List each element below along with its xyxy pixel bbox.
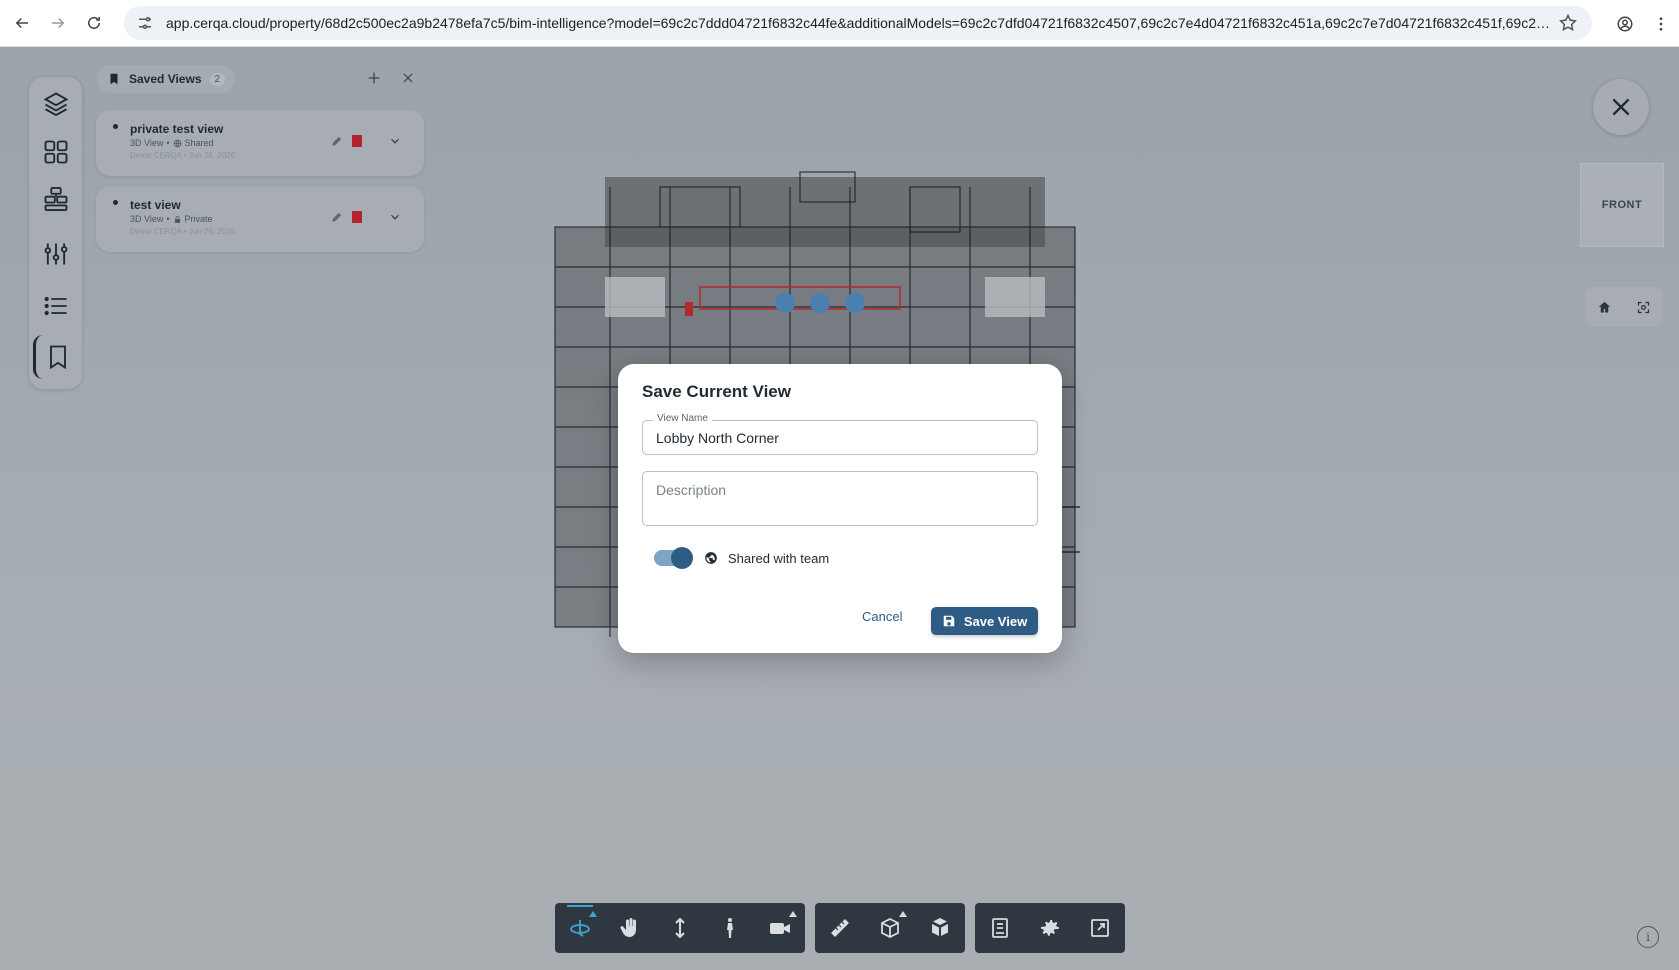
delete-trash-icon[interactable] [352, 135, 362, 147]
view-name-input[interactable] [643, 421, 1037, 454]
section-box-icon[interactable] [865, 903, 915, 953]
view-name-field[interactable]: View Name [642, 413, 1038, 455]
saved-view-visibility: Shared [184, 138, 214, 148]
fullscreen-icon[interactable] [1075, 903, 1125, 953]
address-bar[interactable]: app.cerqa.cloud/property/68d2c500ec2a9b2… [124, 6, 1592, 40]
settings-gear-icon[interactable] [1025, 903, 1075, 953]
close-saved-views-button[interactable] [397, 67, 419, 89]
view-name-label: View Name [653, 413, 712, 424]
close-icon [1612, 98, 1630, 116]
orbit-icon[interactable] [555, 903, 605, 953]
back-arrow-icon[interactable] [4, 5, 40, 41]
saved-view-visibility: Private [184, 214, 213, 224]
pan-hand-icon[interactable] [605, 903, 655, 953]
view-cube-face-label: FRONT [1601, 199, 1643, 211]
bookmark-star-icon[interactable] [1558, 13, 1578, 33]
view-cube[interactable]: FRONT [1580, 163, 1664, 247]
share-toggle-switch[interactable] [654, 547, 693, 569]
camera-tools [1585, 287, 1663, 327]
bookmark-icon [110, 73, 118, 85]
explode-model-icon[interactable] [915, 903, 965, 953]
home-icon[interactable] [1597, 300, 1612, 315]
browser-menu-icon[interactable] [1643, 6, 1679, 42]
bullet-dot [113, 124, 118, 129]
saved-view-author-date: Demo CERQA • Jun 26, 2026 [130, 151, 236, 160]
saved-views-count: 2 [209, 72, 226, 86]
filters-sliders-icon[interactable] [39, 237, 73, 271]
saved-view-card[interactable]: private test view 3D View • Shared Demo … [96, 110, 424, 176]
saved-view-meta: 3D View • Shared [130, 138, 214, 148]
lock-icon [174, 215, 180, 223]
saved-view-meta: 3D View • Private [130, 214, 213, 224]
fit-to-view-icon[interactable] [1636, 300, 1651, 315]
measure-toolbar-group [815, 903, 965, 953]
forward-arrow-icon[interactable] [40, 5, 76, 41]
edit-pencil-icon[interactable] [330, 210, 344, 224]
left-tool-rail [29, 77, 82, 389]
share-toggle-row: Shared with team [654, 547, 830, 569]
cancel-button[interactable]: Cancel [862, 609, 902, 624]
description-field[interactable] [642, 471, 1038, 526]
save-view-label: Save View [963, 613, 1028, 629]
navigation-toolbar-group [555, 903, 805, 953]
caret-up-icon [899, 911, 907, 917]
site-settings-icon[interactable] [136, 14, 154, 32]
saved-view-card[interactable]: test view 3D View • Private Demo CERQA •… [96, 186, 424, 252]
saved-view-name: private test view [130, 122, 224, 136]
saved-view-name: test view [130, 198, 181, 212]
globe-icon [173, 139, 181, 147]
globe-icon [705, 552, 717, 564]
layers-icon[interactable] [39, 87, 73, 121]
edit-pencil-icon[interactable] [330, 134, 344, 148]
chevron-down-icon[interactable] [388, 210, 402, 224]
saved-views-bookmark-icon[interactable] [33, 335, 79, 379]
hierarchy-tree-icon[interactable] [39, 182, 73, 216]
camera-icon[interactable] [755, 903, 805, 953]
save-view-button[interactable]: Save View [931, 607, 1038, 635]
plus-icon [368, 72, 380, 84]
properties-panel-icon[interactable] [975, 903, 1025, 953]
list-icon[interactable] [39, 289, 73, 323]
close-viewer-button[interactable] [1593, 79, 1649, 135]
browser-toolbar: app.cerqa.cloud/property/68d2c500ec2a9b2… [0, 0, 1679, 47]
bullet-dot [113, 200, 118, 205]
vertical-move-icon[interactable] [655, 903, 705, 953]
caret-up-icon [589, 911, 597, 917]
description-input[interactable] [643, 472, 1037, 525]
caret-up-icon [789, 911, 797, 917]
chevron-down-icon[interactable] [388, 134, 402, 148]
save-view-dialog: Save Current View View Name Shared with … [618, 364, 1062, 653]
delete-trash-icon[interactable] [352, 211, 362, 223]
measure-ruler-icon[interactable] [815, 903, 865, 953]
add-view-button[interactable] [363, 67, 385, 89]
settings-toolbar-group [975, 903, 1125, 953]
saved-views-header: Saved Views 2 [97, 65, 236, 93]
saved-views-title: Saved Views [129, 72, 202, 86]
models-grid-icon[interactable] [39, 135, 73, 169]
toggle-knob [671, 547, 693, 569]
saved-view-type: 3D View [130, 138, 164, 148]
reload-icon[interactable] [76, 5, 112, 41]
dialog-title: Save Current View [642, 382, 791, 401]
share-toggle-label: Shared with team [728, 550, 830, 566]
profile-icon[interactable] [1607, 6, 1643, 42]
saved-view-author-date: Demo CERQA • Jun 26, 2026 [130, 227, 236, 236]
url-text: app.cerqa.cloud/property/68d2c500ec2a9b2… [166, 15, 1556, 31]
saved-view-type: 3D View [130, 214, 164, 224]
close-icon [403, 73, 413, 83]
meta-separator: • [166, 214, 170, 224]
meta-separator: • [166, 138, 170, 148]
save-disk-icon [943, 615, 955, 627]
walk-person-icon[interactable] [705, 903, 755, 953]
info-icon[interactable]: i [1637, 926, 1659, 948]
